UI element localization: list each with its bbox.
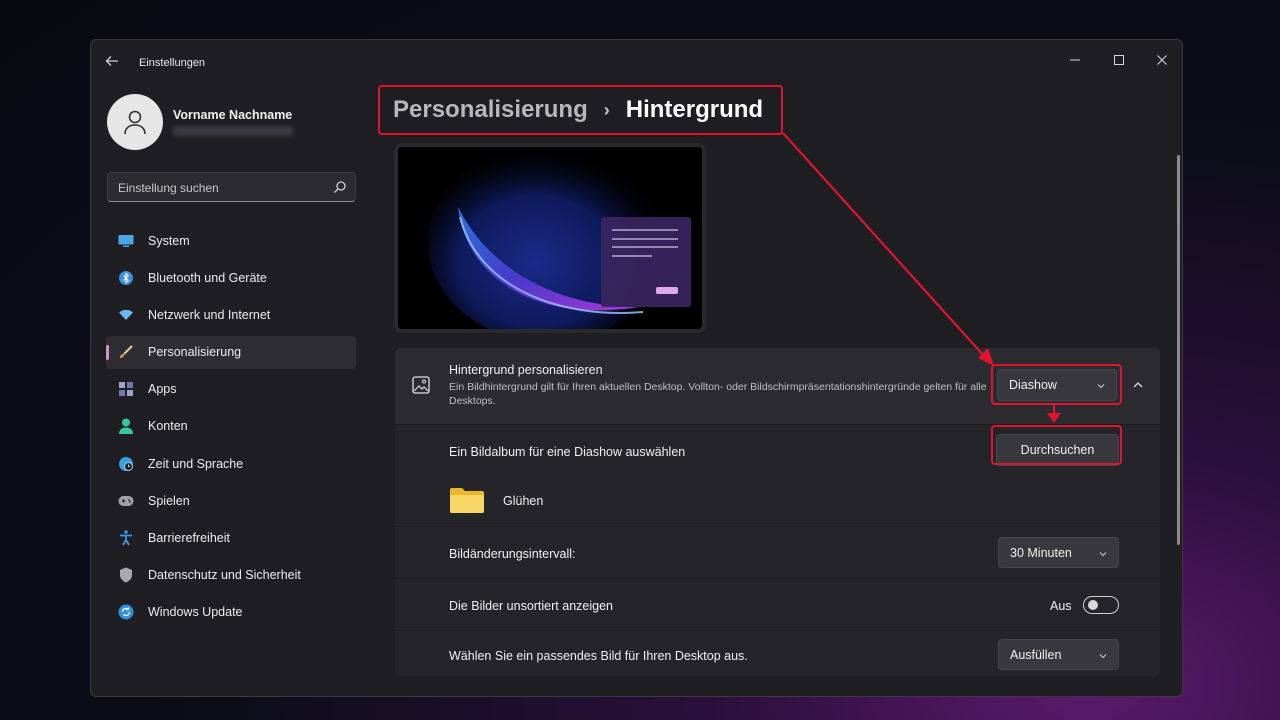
fit-label: Wählen Sie ein passendes Bild für Ihren … (449, 649, 748, 663)
brush-icon (118, 344, 134, 360)
sidebar-item-bluetooth[interactable]: Bluetooth und Geräte (106, 261, 356, 294)
chevron-down-icon (1099, 654, 1107, 659)
album-label: Ein Bildalbum für eine Diashow auswählen (449, 445, 686, 459)
close-icon[interactable] (1144, 46, 1180, 74)
title-bar: Einstellungen (91, 40, 1182, 86)
fit-row: Wählen Sie ein passendes Bild für Ihren … (395, 630, 1160, 676)
shuffle-toggle[interactable] (1083, 596, 1119, 614)
interval-label: Bildänderungsintervall: (449, 547, 576, 561)
avatar[interactable] (107, 94, 163, 150)
minimize-icon[interactable] (1057, 46, 1093, 74)
sidebar-item-time-language[interactable]: Zeit und Sprache (106, 447, 356, 480)
chevron-down-icon (1099, 552, 1107, 557)
sidebar-item-label: Barrierefreiheit (148, 531, 230, 545)
folder-icon (450, 488, 484, 513)
breadcrumb-highlight-box (378, 85, 783, 135)
sidebar-item-system[interactable]: System (106, 224, 356, 257)
shuffle-row: Die Bilder unsortiert anzeigen Aus (395, 578, 1160, 630)
type-select-highlight-box (991, 364, 1122, 405)
image-icon (412, 376, 430, 394)
user-name: Vorname Nachname (173, 108, 293, 122)
gamepad-icon (118, 493, 134, 509)
folder-name[interactable]: Glühen (503, 494, 543, 508)
fit-select[interactable]: Ausfüllen (998, 639, 1119, 670)
search-icon[interactable] (333, 180, 347, 194)
sidebar-item-label: Datenschutz und Sicherheit (148, 568, 301, 583)
desktop-preview (394, 143, 706, 333)
sidebar-item-label: Netzwerk und Internet (148, 307, 271, 322)
scrollbar[interactable] (1177, 155, 1180, 545)
sidebar: Vorname Nachname Einstellung suchen Syst… (91, 86, 376, 696)
shuffle-state: Aus (1050, 599, 1072, 613)
monitor-icon (118, 233, 134, 249)
sidebar-item-apps[interactable]: Apps (106, 373, 356, 406)
user-email-blurred (173, 126, 293, 136)
globe-clock-icon (118, 456, 134, 472)
sidebar-item-accessibility[interactable]: Barrierefreiheit (106, 522, 356, 555)
sidebar-item-privacy[interactable]: Datenschutz und Sicherheit (106, 559, 356, 592)
folder-row: Glühen (395, 476, 1160, 526)
fit-value: Ausfüllen (1010, 648, 1062, 662)
sidebar-item-gaming[interactable]: Spielen (106, 484, 356, 517)
bluetooth-icon (118, 270, 134, 286)
sidebar-nav: System Bluetooth und Geräte Netzwerk und… (106, 224, 356, 633)
sidebar-item-windows-update[interactable]: Windows Update (106, 596, 356, 629)
sidebar-item-label: Personalisierung (148, 345, 242, 360)
app-title: Einstellungen (139, 57, 206, 69)
search-input[interactable]: Einstellung suchen (107, 172, 356, 202)
sidebar-item-label: Windows Update (148, 605, 243, 620)
sidebar-item-label: Bluetooth und Geräte (148, 270, 267, 285)
interval-select[interactable]: 30 Minuten (998, 537, 1119, 568)
browse-highlight-box (991, 425, 1122, 465)
sidebar-item-label: Konten (148, 419, 188, 434)
person-icon (118, 418, 134, 435)
maximize-icon[interactable] (1101, 46, 1137, 74)
sidebar-item-label: System (148, 233, 190, 248)
shield-icon (118, 567, 134, 583)
update-icon (118, 604, 134, 620)
search-placeholder: Einstellung suchen (118, 181, 219, 195)
sidebar-item-network[interactable]: Netzwerk und Internet (106, 298, 356, 331)
background-title: Hintergrund personalisieren (449, 363, 603, 377)
sidebar-item-personalization[interactable]: Personalisierung (106, 335, 356, 369)
chevron-up-icon[interactable] (1131, 378, 1145, 392)
accessibility-icon (118, 530, 134, 546)
back-arrow-icon[interactable] (105, 54, 125, 72)
wifi-icon (118, 307, 134, 323)
sidebar-item-label: Spielen (148, 493, 190, 508)
background-description: Ein Bildhintergrund gilt für Ihren aktue… (449, 381, 987, 407)
interval-value: 30 Minuten (1010, 546, 1072, 560)
interval-row: Bildänderungsintervall: 30 Minuten (395, 526, 1160, 578)
sidebar-item-label: Apps (148, 382, 177, 397)
toggle-knob (1088, 600, 1098, 610)
wallpaper-preview-image (398, 147, 702, 329)
sidebar-item-accounts[interactable]: Konten (106, 410, 356, 443)
apps-icon (118, 381, 134, 397)
shuffle-label: Die Bilder unsortiert anzeigen (449, 599, 613, 613)
person-avatar-icon (124, 110, 146, 135)
sidebar-item-label: Zeit und Sprache (148, 456, 244, 471)
